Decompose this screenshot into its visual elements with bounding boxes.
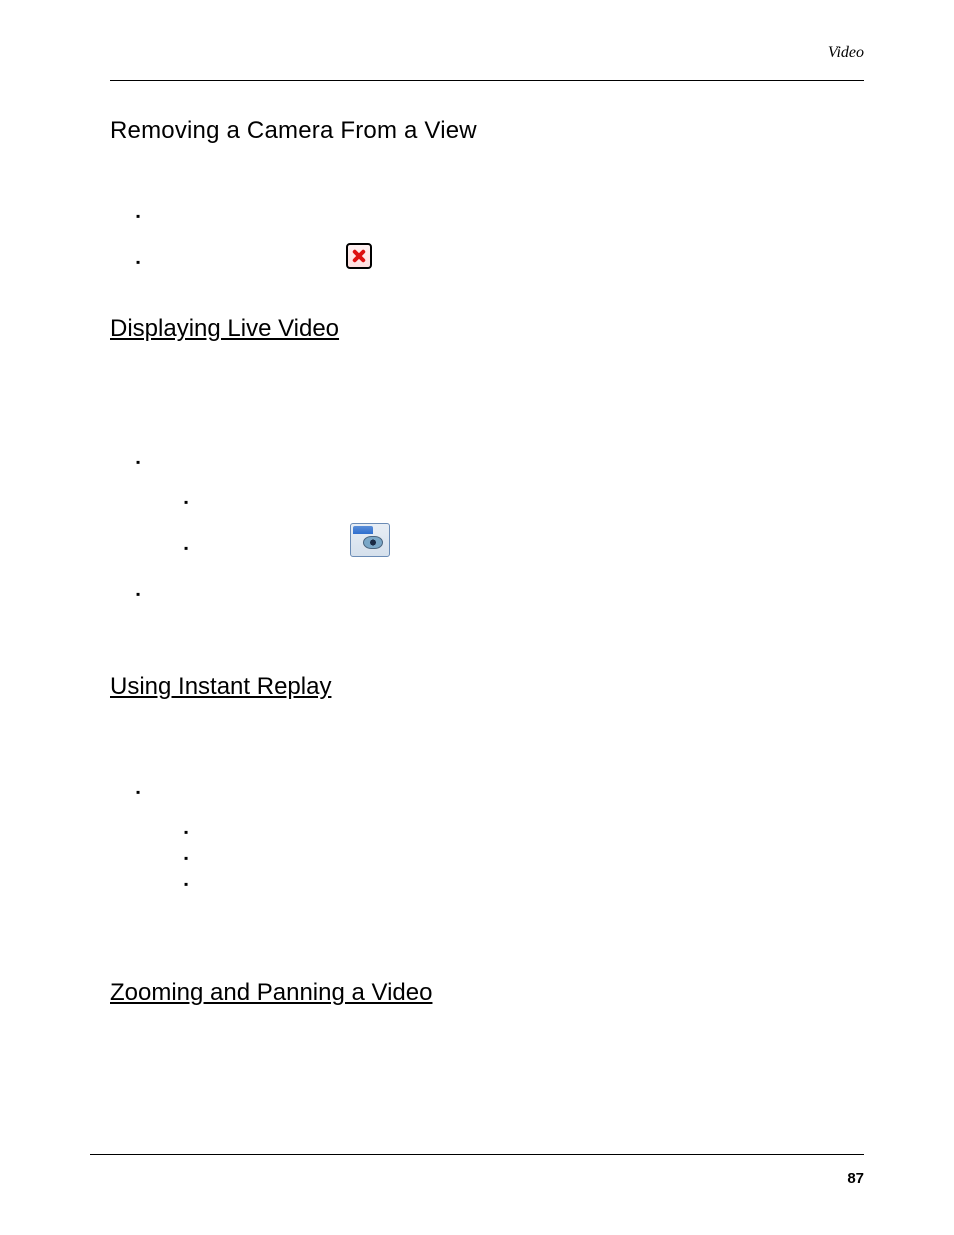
instant-replay-bullet-list [136, 781, 864, 821]
page-content: Removing a Camera From a View Displaying… [110, 81, 864, 1007]
page-header: Video [110, 50, 864, 80]
displaying-bullet-list [136, 451, 864, 491]
live-view-icon [350, 523, 390, 557]
close-icon [346, 243, 372, 269]
list-item [184, 873, 864, 899]
heading-removing-camera: Removing a Camera From a View [110, 117, 864, 145]
list-item [136, 251, 864, 297]
displaying-bullet-list-2 [136, 583, 864, 623]
list-item [136, 583, 864, 623]
footer-rule [90, 1154, 864, 1155]
header-section-title: Video [828, 44, 864, 62]
page: Video Removing a Camera From a View Disp… [0, 0, 954, 1235]
heading-using-instant-replay: Using Instant Replay [110, 673, 864, 701]
list-item [136, 781, 864, 821]
list-item [136, 205, 864, 251]
removing-bullet-list [136, 205, 864, 297]
list-item [184, 821, 864, 847]
list-item [184, 491, 864, 537]
list-item [184, 537, 864, 583]
page-number: 87 [847, 1170, 864, 1187]
instant-replay-sub-bullet-list [184, 821, 864, 899]
heading-displaying-live-video: Displaying Live Video [110, 315, 864, 343]
list-item [136, 451, 864, 491]
list-item [184, 847, 864, 873]
displaying-sub-bullet-list [184, 491, 864, 583]
heading-zooming-and-panning: Zooming and Panning a Video [110, 979, 864, 1007]
